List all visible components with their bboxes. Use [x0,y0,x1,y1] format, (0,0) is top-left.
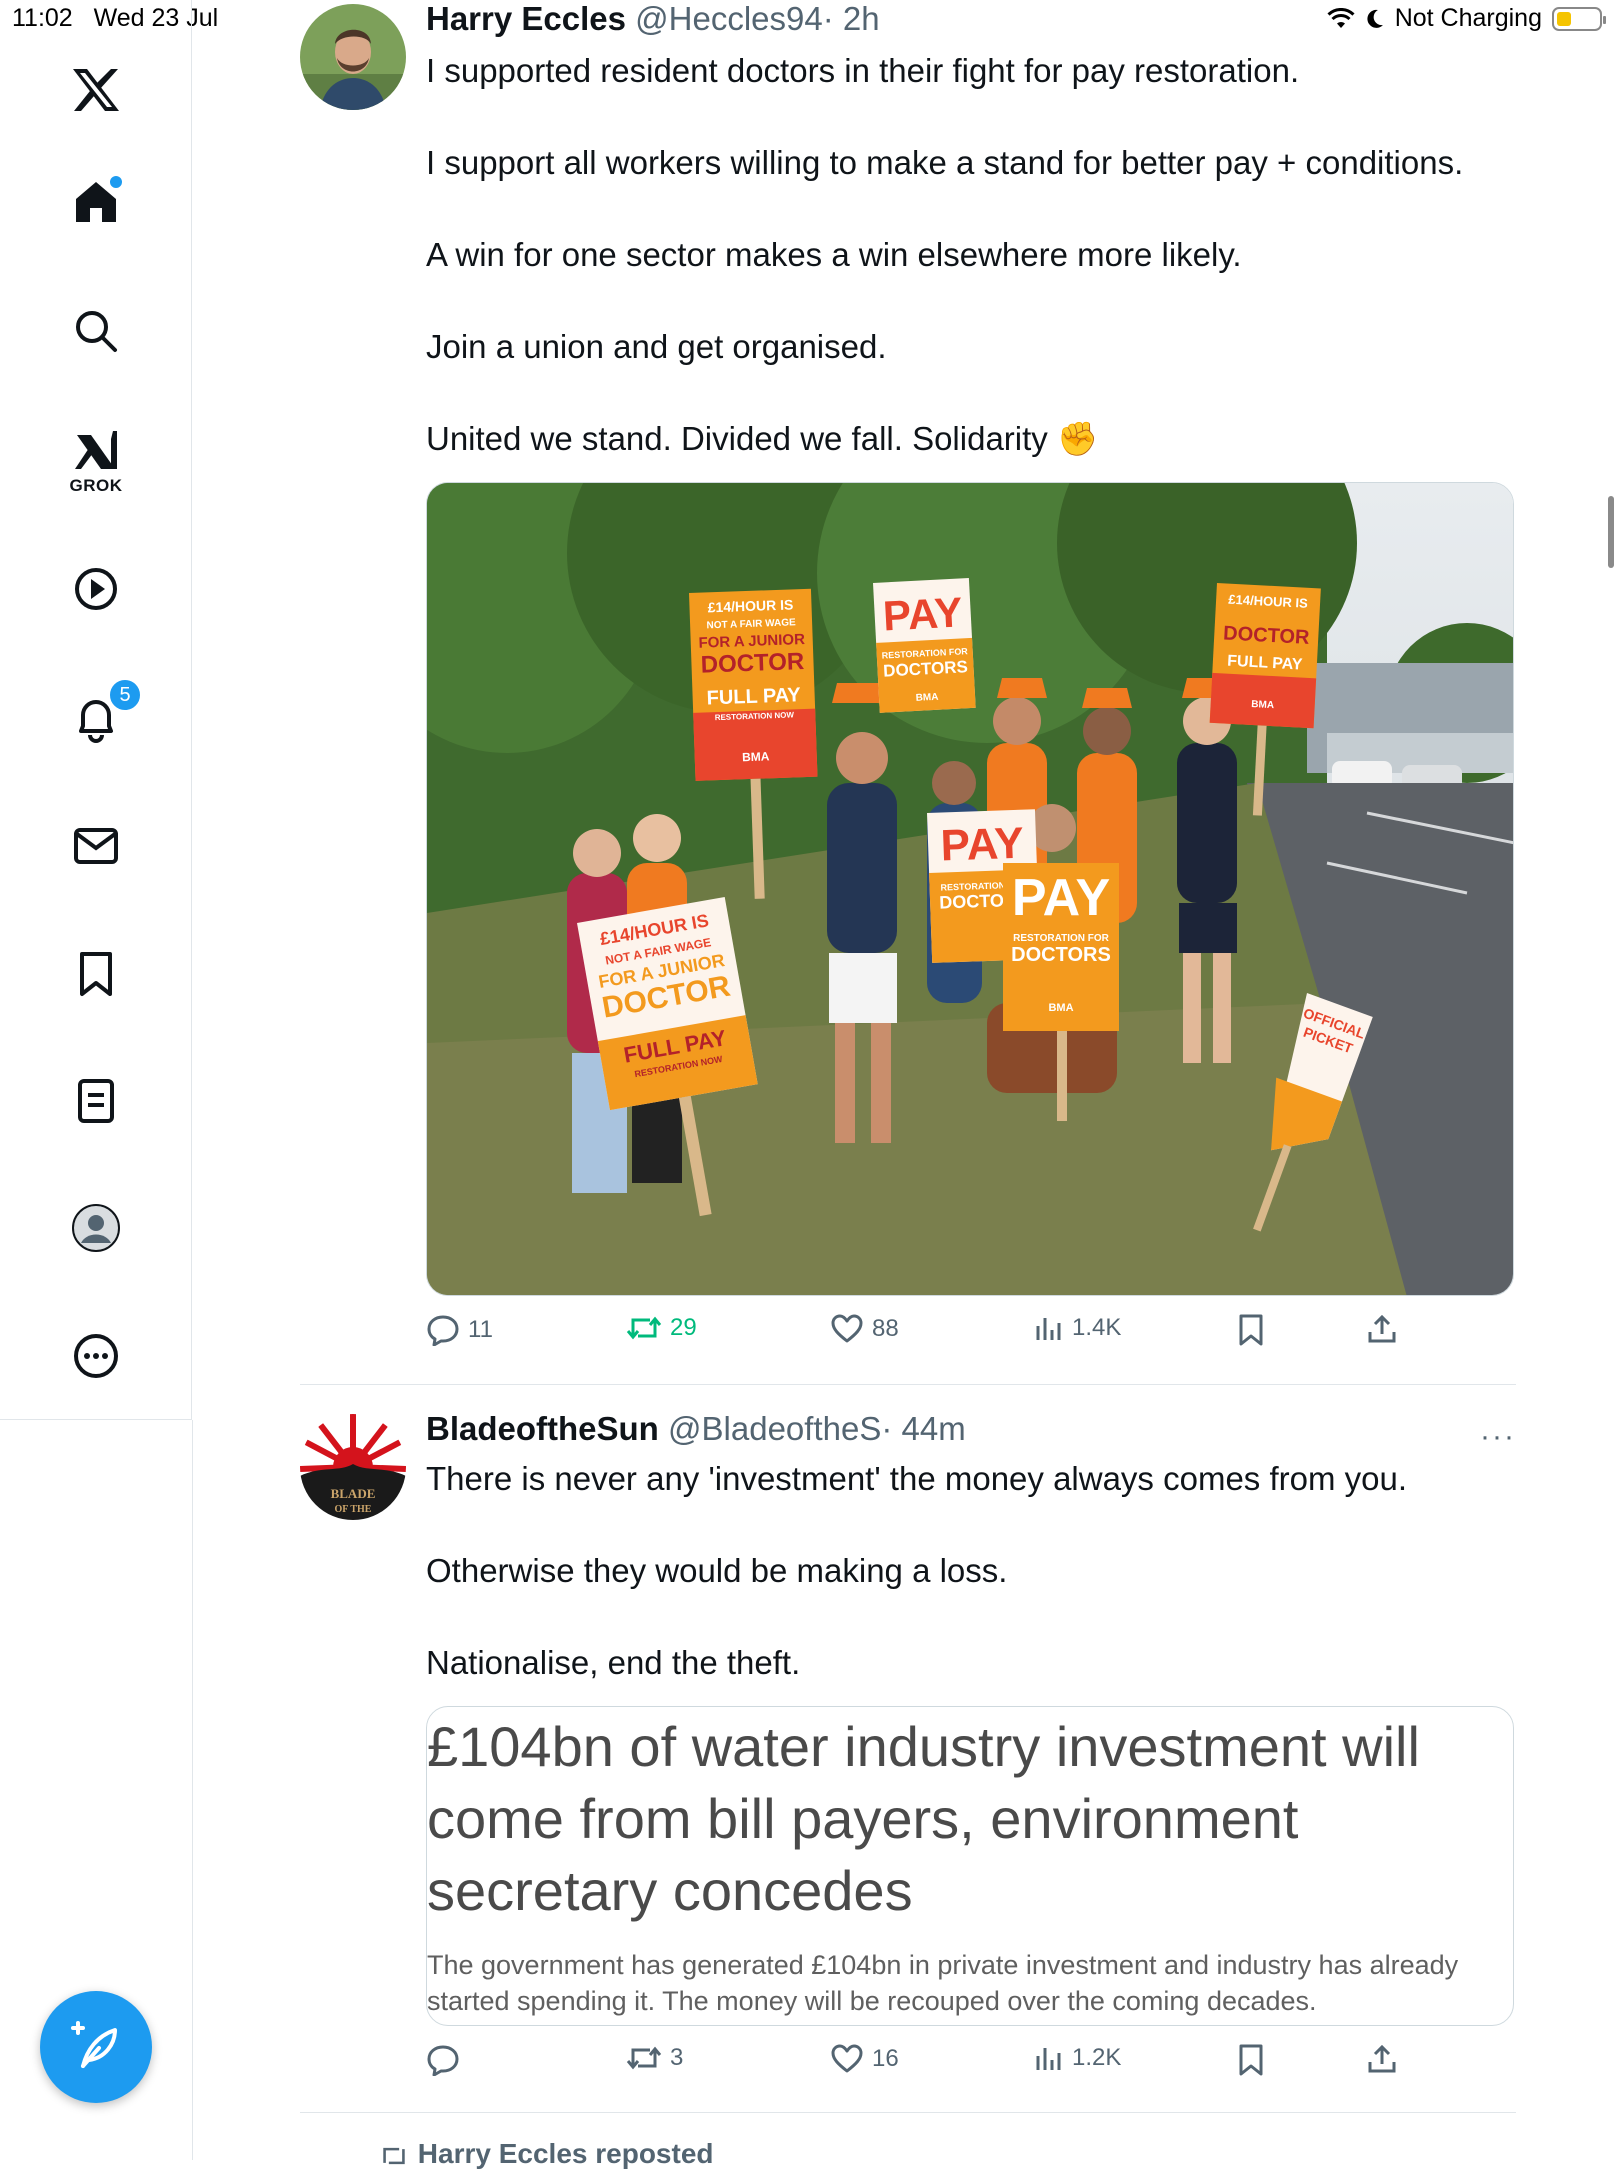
like-button[interactable]: 16 [830,2044,899,2074]
sign-text: PAY [940,819,1025,871]
link-card-headline: £104bn of water industry investment will… [427,1715,1420,1922]
reply-button[interactable] [426,2044,468,2076]
avatar[interactable]: BLADE OF THE [300,1414,406,1520]
sign-text: BMA [1048,1002,1073,1014]
sign-text: PAY [1012,869,1110,927]
post-divider [300,1384,1516,1385]
sign-text: DOCTORS [1011,944,1111,966]
bookmark-icon [1239,1314,1263,1346]
like-count: 16 [872,2045,899,2072]
sidebar-rail-divider [192,1420,193,2160]
repost-count: 29 [670,1314,697,1341]
post-author-line: Harry Eccles @Heccles94· 2h [426,0,880,38]
like-button[interactable]: 88 [830,1314,899,1344]
views-count: 1.4K [1072,1314,1122,1341]
repost-indicator: Harry Eccles reposted [378,2138,714,2170]
repost-icon [626,1316,662,1340]
share-icon [1368,1314,1396,1343]
wifi-icon [1327,7,1355,28]
repost-label[interactable]: Harry Eccles reposted [418,2138,714,2169]
home-icon[interactable] [68,174,124,230]
repost-count: 3 [670,2044,684,2071]
repost-icon [626,2046,662,2070]
reply-icon [427,2045,459,2076]
share-button[interactable] [1366,1314,1398,1344]
more-options-icon[interactable]: ··· [1480,1420,1516,1454]
sign-text: BMA [915,692,938,704]
share-button[interactable] [1366,2044,1398,2074]
views-chart-icon [1036,1318,1061,1340]
search-icon[interactable] [68,303,124,359]
messages-icon[interactable] [68,818,124,874]
heart-icon [831,2044,863,2073]
post-time[interactable]: · 2h [823,0,880,37]
author-handle[interactable]: @Heccles94 [635,0,823,37]
repost-button[interactable]: 29 [626,1314,697,1342]
bookmark-button[interactable] [1238,1314,1264,1346]
avatar[interactable] [300,4,406,110]
sign-text: DOCTOR [700,648,804,679]
share-icon [1368,2044,1396,2073]
reply-button[interactable]: 11 [426,1314,493,1346]
compose-feather-icon [71,2021,117,2068]
repost-icon [383,2147,405,2164]
lists-icon[interactable] [68,1073,124,1129]
compose-post-button[interactable] [40,1991,152,2103]
post-time[interactable]: · 44m [881,1410,965,1447]
author-name[interactable]: BladeoftheSun [426,1410,659,1447]
views-button[interactable]: 1.2K [1034,2044,1121,2072]
bookmark-icon [1239,2044,1263,2076]
link-card-description: The government has generated £104bn in p… [427,1950,1459,2016]
bookmarks-icon[interactable] [68,946,124,1002]
video-icon[interactable] [68,561,124,617]
profile-icon[interactable] [68,1200,124,1256]
sign-text: PAY [882,588,964,639]
sign-text: DOCTOR [1223,622,1311,649]
grok-label: GROK [69,476,123,495]
sign-text: £14/HOUR IS [707,596,793,615]
sidebar: GROK 5 [0,0,192,1420]
scrollbar-thumb[interactable] [1608,496,1614,568]
views-button[interactable]: 1.4K [1034,1314,1121,1342]
author-handle[interactable]: @BladeoftheS [668,1410,881,1447]
post-divider [300,2112,1516,2113]
home-unread-dot [108,174,124,190]
post-action-bar: 11 29 88 1.4K [426,1314,1516,1364]
sign-text: FULL PAY [706,684,801,709]
sign-text: BMA [1251,699,1274,711]
grok-icon[interactable] [68,422,124,478]
repost-button[interactable]: 3 [626,2044,683,2072]
post-action-bar: 3 16 1.2K [426,2044,1516,2094]
more-icon[interactable] [68,1328,124,1384]
author-name[interactable]: Harry Eccles [426,0,626,37]
like-count: 88 [872,1315,899,1342]
status-indicators: Not Charging [1327,4,1606,33]
sign-text: BMA [742,749,770,764]
charging-status: Not Charging [1394,4,1542,32]
notifications-badge: 5 [108,678,142,712]
sign-text: RESTORATION FOR [1013,933,1110,944]
moon-icon [1367,9,1383,28]
link-card[interactable]: £104bn of water industry investment will… [426,1706,1514,2026]
avatar-logo-text: BLADE [331,1486,376,1501]
battery-icon [1552,6,1606,31]
views-chart-icon [1036,2048,1061,2070]
post-photo[interactable]: £14/HOUR IS NOT A FAIR WAGE FOR A JUNIOR… [426,482,1514,1296]
post-text: There is never any 'investment' the mone… [426,1460,1408,1681]
reply-icon [427,1315,459,1346]
reply-count: 11 [468,1316,493,1343]
x-logo-icon[interactable] [68,62,124,118]
post-author-line: BladeoftheSun @BladeoftheS· 44m [426,1410,966,1448]
views-count: 1.2K [1072,2044,1122,2071]
bookmark-button[interactable] [1238,2044,1264,2076]
heart-icon [831,1314,863,1343]
notifications-icon[interactable]: 5 [68,678,142,746]
avatar-logo-text: OF THE [335,1504,372,1515]
post-text: I supported resident doctors in their fi… [426,52,1464,457]
